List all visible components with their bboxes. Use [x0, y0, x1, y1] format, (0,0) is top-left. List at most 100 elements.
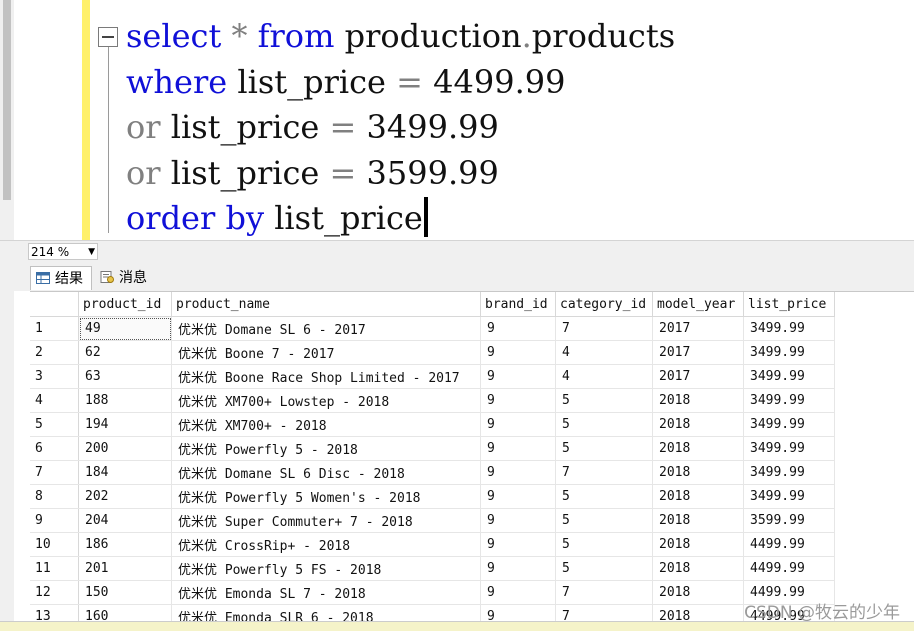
cell-category-id[interactable]: 5: [555, 412, 653, 437]
table-row[interactable]: 4 188 优米优 XM700+ Lowstep - 2018 9 5 2018 3499.…: [30, 388, 835, 413]
cell-product-name[interactable]: 优米优 Powerfly 5 Women's - 2018: [171, 484, 481, 509]
cell-list-price[interactable]: 3499.99: [743, 364, 835, 389]
row-number[interactable]: 11: [30, 556, 79, 581]
cell-category-id[interactable]: 5: [555, 556, 653, 581]
column-header-product-id[interactable]: product_id: [78, 292, 172, 317]
row-number[interactable]: 4: [30, 388, 79, 413]
cell-product-id[interactable]: 194: [78, 412, 172, 437]
cell-brand-id[interactable]: 9: [480, 436, 556, 461]
cell-model-year[interactable]: 2018: [652, 508, 744, 533]
row-number[interactable]: 5: [30, 412, 79, 437]
cell-brand-id[interactable]: 9: [480, 532, 556, 557]
table-row[interactable]: 2 62 优米优 Boone 7 - 2017 9 4 2017 3499.99: [30, 340, 835, 365]
cell-category-id[interactable]: 7: [555, 604, 653, 622]
cell-model-year[interactable]: 2018: [652, 580, 744, 605]
collapse-toggle-icon[interactable]: [98, 27, 118, 47]
table-row[interactable]: 12 150 优米优 Emonda SL 7 - 2018 9 7 2018 4499.99: [30, 580, 835, 605]
cell-category-id[interactable]: 5: [555, 532, 653, 557]
cell-product-name[interactable]: 优米优 Super Commuter+ 7 - 2018: [171, 508, 481, 533]
row-number[interactable]: 10: [30, 532, 79, 557]
cell-brand-id[interactable]: 9: [480, 364, 556, 389]
table-row[interactable]: 7 184 优米优 Domane SL 6 Disc - 2018 9 7 2018 349…: [30, 460, 835, 485]
cell-model-year[interactable]: 2017: [652, 340, 744, 365]
cell-product-name[interactable]: 优米优 Powerfly 5 - 2018: [171, 436, 481, 461]
cell-product-id[interactable]: 150: [78, 580, 172, 605]
row-number[interactable]: 1: [30, 316, 79, 341]
cell-list-price[interactable]: 4499.99: [743, 532, 835, 557]
cell-brand-id[interactable]: 9: [480, 316, 556, 341]
editor-vertical-scrollbar[interactable]: [0, 0, 15, 240]
cell-category-id[interactable]: 7: [555, 580, 653, 605]
cell-list-price[interactable]: 3499.99: [743, 388, 835, 413]
code-line[interactable]: or list_price = 3499.99: [126, 105, 675, 151]
cell-list-price[interactable]: 3499.99: [743, 484, 835, 509]
cell-category-id[interactable]: 5: [555, 436, 653, 461]
row-number-header[interactable]: [30, 292, 79, 317]
table-row[interactable]: 5 194 优米优 XM700+ - 2018 9 5 2018 3499.99: [30, 412, 835, 437]
cell-product-id[interactable]: 201: [78, 556, 172, 581]
cell-model-year[interactable]: 2018: [652, 604, 744, 622]
cell-list-price[interactable]: 3499.99: [743, 436, 835, 461]
table-row[interactable]: 1 49 优米优 Domane SL 6 - 2017 9 7 2017 3499.99: [30, 316, 835, 341]
cell-product-name[interactable]: 优米优 XM700+ - 2018: [171, 412, 481, 437]
code-line[interactable]: select * from production.products: [126, 14, 675, 60]
code-line[interactable]: where list_price = 4499.99: [126, 60, 675, 106]
cell-brand-id[interactable]: 9: [480, 556, 556, 581]
tab-results[interactable]: 结果: [30, 266, 92, 290]
row-number[interactable]: 12: [30, 580, 79, 605]
cell-brand-id[interactable]: 9: [480, 580, 556, 605]
row-number[interactable]: 13: [30, 604, 79, 622]
scrollbar-thumb[interactable]: [3, 0, 11, 200]
code-line[interactable]: order by list_price: [126, 196, 675, 240]
table-row[interactable]: 13 160 优米优 Emonda SLR 6 - 2018 9 7 2018 4499.9…: [30, 604, 835, 622]
row-number[interactable]: 2: [30, 340, 79, 365]
sql-code[interactable]: select * from production.products where l…: [126, 14, 675, 240]
cell-product-id[interactable]: 49: [78, 316, 172, 341]
cell-product-id[interactable]: 184: [78, 460, 172, 485]
column-header-model-year[interactable]: model_year: [652, 292, 744, 317]
cell-brand-id[interactable]: 9: [480, 508, 556, 533]
cell-product-name[interactable]: 优米优 Domane SL 6 Disc - 2018: [171, 460, 481, 485]
cell-category-id[interactable]: 5: [555, 484, 653, 509]
cell-category-id[interactable]: 4: [555, 340, 653, 365]
cell-list-price[interactable]: 3499.99: [743, 316, 835, 341]
code-line[interactable]: or list_price = 3599.99: [126, 151, 675, 197]
cell-model-year[interactable]: 2018: [652, 484, 744, 509]
row-number[interactable]: 8: [30, 484, 79, 509]
cell-category-id[interactable]: 7: [555, 460, 653, 485]
row-number[interactable]: 6: [30, 436, 79, 461]
cell-model-year[interactable]: 2018: [652, 532, 744, 557]
cell-product-id[interactable]: 62: [78, 340, 172, 365]
results-grid[interactable]: product_id product_name brand_id category_i…: [30, 291, 914, 622]
table-row[interactable]: 9 204 优米优 Super Commuter+ 7 - 2018 9 5 2018 35…: [30, 508, 835, 533]
cell-product-id[interactable]: 204: [78, 508, 172, 533]
cell-product-id[interactable]: 202: [78, 484, 172, 509]
cell-list-price[interactable]: 3499.99: [743, 460, 835, 485]
query-editor[interactable]: select * from production.products where l…: [0, 0, 914, 240]
cell-product-name[interactable]: 优米优 Emonda SLR 6 - 2018: [171, 604, 481, 622]
cell-category-id[interactable]: 4: [555, 364, 653, 389]
zoom-select[interactable]: 214 % ▼: [28, 243, 98, 260]
cell-list-price[interactable]: 3499.99: [743, 412, 835, 437]
column-header-list-price[interactable]: list_price: [743, 292, 835, 317]
cell-brand-id[interactable]: 9: [480, 484, 556, 509]
table-row[interactable]: 11 201 优米优 Powerfly 5 FS - 2018 9 5 2018 4499.…: [30, 556, 835, 581]
cell-brand-id[interactable]: 9: [480, 460, 556, 485]
cell-product-name[interactable]: 优米优 Domane SL 6 - 2017: [171, 316, 481, 341]
cell-category-id[interactable]: 5: [555, 508, 653, 533]
column-header-brand-id[interactable]: brand_id: [480, 292, 556, 317]
cell-category-id[interactable]: 5: [555, 388, 653, 413]
cell-product-id[interactable]: 63: [78, 364, 172, 389]
cell-model-year[interactable]: 2017: [652, 364, 744, 389]
cell-product-name[interactable]: 优米优 Boone Race Shop Limited - 2017: [171, 364, 481, 389]
cell-list-price[interactable]: 3599.99: [743, 508, 835, 533]
cell-brand-id[interactable]: 9: [480, 604, 556, 622]
cell-category-id[interactable]: 7: [555, 316, 653, 341]
row-number[interactable]: 7: [30, 460, 79, 485]
cell-model-year[interactable]: 2018: [652, 388, 744, 413]
cell-product-id[interactable]: 186: [78, 532, 172, 557]
table-row[interactable]: 6 200 优米优 Powerfly 5 - 2018 9 5 2018 3499.99: [30, 436, 835, 461]
tab-messages[interactable]: 消息: [95, 266, 153, 290]
table-row[interactable]: 3 63 优米优 Boone Race Shop Limited - 2017 9 4 2…: [30, 364, 835, 389]
cell-model-year[interactable]: 2018: [652, 412, 744, 437]
